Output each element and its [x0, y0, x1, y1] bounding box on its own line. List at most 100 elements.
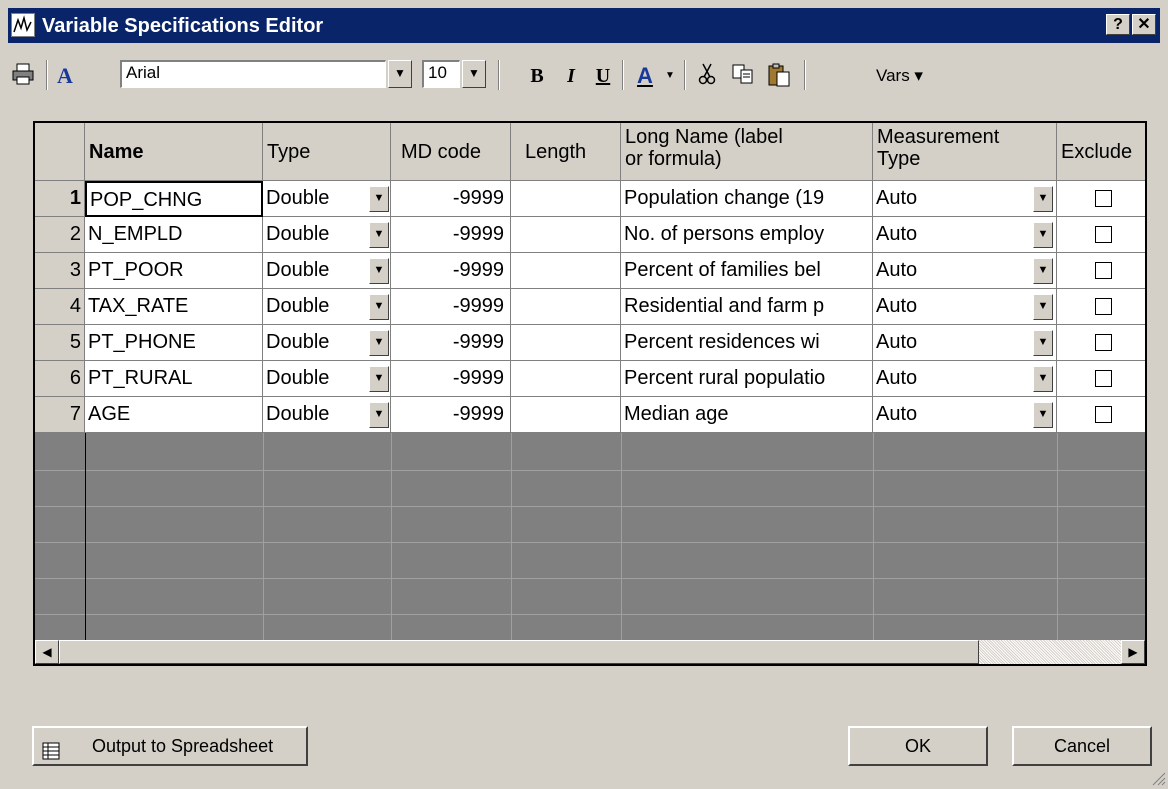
type-dropdown-button[interactable]: ▼	[369, 330, 389, 356]
cell-md-code[interactable]: -9999	[391, 325, 511, 361]
scroll-thumb[interactable]	[59, 640, 979, 664]
type-dropdown-button[interactable]: ▼	[369, 222, 389, 248]
cell-long-name[interactable]: Percent of families bel	[621, 253, 873, 289]
measurement-dropdown-button[interactable]: ▼	[1033, 294, 1053, 320]
cell-name[interactable]: PT_PHONE	[85, 325, 263, 361]
italic-button[interactable]: I	[560, 62, 582, 90]
row-header[interactable]: 6	[35, 361, 85, 397]
cell-measurement-type[interactable]: Auto	[873, 325, 1057, 361]
type-dropdown-button[interactable]: ▼	[369, 294, 389, 320]
cell-md-code[interactable]: -9999	[391, 397, 511, 433]
header-md-code[interactable]: MD code	[391, 123, 511, 181]
measurement-dropdown-button[interactable]: ▼	[1033, 258, 1053, 284]
cell-measurement-type[interactable]: Auto	[873, 289, 1057, 325]
header-long-name[interactable]: Long Name (label or formula)	[621, 123, 873, 181]
bold-button[interactable]: B	[526, 62, 548, 90]
header-type[interactable]: Type	[263, 123, 391, 181]
cell-name[interactable]: POP_CHNG	[85, 181, 263, 217]
paste-icon[interactable]	[764, 62, 794, 90]
scroll-left-button[interactable]: ◀	[35, 640, 59, 664]
type-dropdown-button[interactable]: ▼	[369, 402, 389, 428]
type-dropdown-button[interactable]: ▼	[369, 366, 389, 392]
row-header[interactable]: 7	[35, 397, 85, 433]
header-length[interactable]: Length	[511, 123, 621, 181]
header-measurement-type[interactable]: Measurement Type	[873, 123, 1057, 181]
resize-grip[interactable]	[1150, 770, 1166, 786]
row-header[interactable]: 2	[35, 217, 85, 253]
cell-measurement-type[interactable]: Auto	[873, 361, 1057, 397]
cell-long-name[interactable]: Percent rural populatio	[621, 361, 873, 397]
header-exclude[interactable]: Exclude	[1057, 123, 1145, 181]
cell-length[interactable]	[511, 397, 621, 433]
font-name-dropdown-button[interactable]: ▼	[388, 60, 412, 88]
font-size-input[interactable]: 10	[422, 60, 460, 88]
cell-name[interactable]: TAX_RATE	[85, 289, 263, 325]
type-dropdown-button[interactable]: ▼	[369, 258, 389, 284]
cell-measurement-type[interactable]: Auto	[873, 181, 1057, 217]
cell-md-code[interactable]: -9999	[391, 361, 511, 397]
vars-menu-button[interactable]: Vars ▾	[876, 62, 940, 90]
underline-button[interactable]: U	[592, 62, 614, 90]
ok-button[interactable]: OK	[848, 726, 988, 766]
cell-length[interactable]	[511, 361, 621, 397]
cell-length[interactable]	[511, 253, 621, 289]
cell-measurement-type[interactable]: Auto	[873, 253, 1057, 289]
measurement-dropdown-button[interactable]: ▼	[1033, 402, 1053, 428]
cell-long-name[interactable]: Median age	[621, 397, 873, 433]
cell-md-code[interactable]: -9999	[391, 181, 511, 217]
cancel-button[interactable]: Cancel	[1012, 726, 1152, 766]
horizontal-scrollbar[interactable]: ◀ ▶	[35, 640, 1145, 664]
cell-measurement-type[interactable]: Auto	[873, 217, 1057, 253]
cell-long-name[interactable]: Percent residences wi	[621, 325, 873, 361]
exclude-checkbox[interactable]	[1095, 226, 1112, 243]
cut-icon[interactable]	[694, 62, 720, 90]
help-button[interactable]: ?	[1106, 14, 1130, 35]
spreadsheet-icon	[42, 736, 60, 772]
print-icon[interactable]	[10, 62, 36, 90]
cell-md-code[interactable]: -9999	[391, 217, 511, 253]
cell-measurement-type[interactable]: Auto	[873, 397, 1057, 433]
row-header[interactable]: 3	[35, 253, 85, 289]
cell-md-code[interactable]: -9999	[391, 289, 511, 325]
scroll-right-button[interactable]: ▶	[1121, 640, 1145, 664]
cell-length[interactable]	[511, 325, 621, 361]
cell-name[interactable]: PT_RURAL	[85, 361, 263, 397]
font-color-button[interactable]: A	[630, 62, 660, 90]
exclude-checkbox[interactable]	[1095, 190, 1112, 207]
exclude-checkbox[interactable]	[1095, 370, 1112, 387]
measurement-dropdown-button[interactable]: ▼	[1033, 330, 1053, 356]
font-icon[interactable]: A	[52, 62, 78, 90]
measurement-dropdown-button[interactable]: ▼	[1033, 366, 1053, 392]
title-bar[interactable]: Variable Specifications Editor ? ✕	[8, 8, 1160, 43]
cell-length[interactable]	[511, 217, 621, 253]
exclude-checkbox[interactable]	[1095, 262, 1112, 279]
font-size-dropdown-button[interactable]: ▼	[462, 60, 486, 88]
font-color-dropdown-icon[interactable]: ▼	[664, 62, 676, 90]
cell-long-name[interactable]: Residential and farm p	[621, 289, 873, 325]
type-dropdown-button[interactable]: ▼	[369, 186, 389, 212]
row-header[interactable]: 5	[35, 325, 85, 361]
cell-length[interactable]	[511, 289, 621, 325]
measurement-dropdown-button[interactable]: ▼	[1033, 222, 1053, 248]
cell-md-code[interactable]: -9999	[391, 253, 511, 289]
header-name[interactable]: Name	[85, 123, 263, 181]
close-button[interactable]: ✕	[1132, 14, 1156, 35]
cell-long-name[interactable]: No. of persons employ	[621, 217, 873, 253]
scroll-track[interactable]	[979, 640, 1121, 664]
copy-icon[interactable]	[730, 62, 756, 90]
cell-name[interactable]: PT_POOR	[85, 253, 263, 289]
measurement-dropdown-button[interactable]: ▼	[1033, 186, 1053, 212]
exclude-checkbox[interactable]	[1095, 334, 1112, 351]
row-header[interactable]: 1	[35, 181, 85, 217]
output-to-spreadsheet-button[interactable]: Output to Spreadsheet	[32, 726, 308, 766]
font-name-input[interactable]: Arial	[120, 60, 386, 88]
variables-grid[interactable]: Name Type MD code Length Long Name (labe…	[33, 121, 1147, 666]
row-header[interactable]: 4	[35, 289, 85, 325]
cell-long-name[interactable]: Population change (19	[621, 181, 873, 217]
cell-length[interactable]	[511, 181, 621, 217]
exclude-checkbox[interactable]	[1095, 298, 1112, 315]
cell-name[interactable]: N_EMPLD	[85, 217, 263, 253]
exclude-checkbox[interactable]	[1095, 406, 1112, 423]
cell-name[interactable]: AGE	[85, 397, 263, 433]
corner-header[interactable]	[35, 123, 85, 181]
